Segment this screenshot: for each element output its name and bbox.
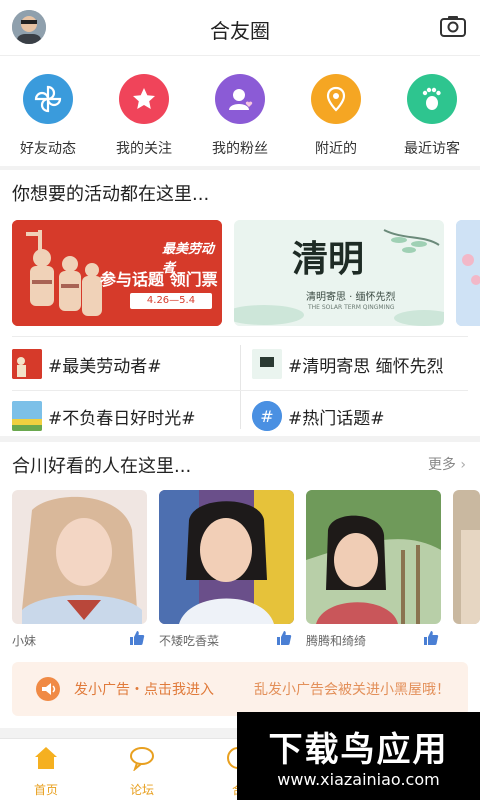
quick-links: 好友动态 我的关注 我的粉丝 附近的 最近访客 — [0, 56, 480, 166]
person-card[interactable]: 1524 — [453, 490, 480, 624]
camera-icon[interactable] — [440, 15, 466, 37]
divider — [12, 336, 468, 337]
thumbs-up-icon[interactable] — [129, 630, 145, 646]
tag-item[interactable]: #不负春日好时光# — [12, 396, 196, 436]
footprint-icon — [407, 74, 457, 124]
more-label: 更多 — [427, 457, 456, 473]
banner-headline: 清明 — [292, 238, 365, 280]
home-icon — [35, 747, 57, 769]
tag-label: #清明寄思 缅怀先烈 — [288, 356, 444, 377]
person-card[interactable]: 不矮吃香菜 — [159, 490, 294, 648]
banner-date: 4.26—5.4 — [130, 293, 212, 309]
megaphone-icon — [36, 677, 60, 701]
tag-label: #热门话题# — [288, 408, 385, 429]
more-link[interactable]: 更多 › — [428, 454, 466, 474]
svg-text:#: # — [260, 407, 273, 426]
section-title: 你想要的活动都在这里... — [12, 184, 210, 205]
banner-qingming[interactable]: 清明 清明寄思 · 缅怀先烈 THE SOLAR TERM QINGMING — [234, 220, 444, 326]
pinwheel-icon — [23, 74, 73, 124]
tag-label: #不负春日好时光# — [48, 408, 196, 429]
quick-link-label: 我的粉丝 — [212, 141, 268, 157]
tab-label: 论坛 — [129, 783, 154, 797]
divider — [240, 345, 241, 429]
thumbs-up-icon[interactable] — [423, 630, 439, 646]
top-bar: 合友圈 — [0, 0, 480, 56]
watermark-url: www.xiazainiao.com — [277, 770, 440, 789]
tab-home[interactable]: 首页 — [6, 745, 86, 798]
divider — [12, 390, 468, 391]
quick-link-fans[interactable]: 我的粉丝 — [192, 74, 288, 158]
tag-thumbnail — [12, 401, 42, 431]
thumbs-up-icon[interactable] — [276, 630, 292, 646]
section-title: 合川好看的人在这里... — [12, 456, 192, 477]
quick-link-label: 最近访客 — [404, 141, 460, 157]
tab-label: 首页 — [33, 783, 58, 797]
chat-bubble-icon — [130, 747, 154, 773]
person-card[interactable]: 小妹 — [12, 490, 147, 648]
person-photo — [453, 490, 480, 624]
quick-link-label: 附近的 — [315, 141, 357, 157]
person-name: 不矮吃香菜 — [159, 634, 220, 648]
ad-banner[interactable]: 发小广告・点击我进入 乱发小广告会被关进小黑屋哦！ — [12, 662, 468, 716]
ad-secondary-text: 乱发小广告会被关进小黑屋哦！ — [254, 682, 450, 698]
chevron-right-icon: › — [460, 457, 466, 473]
person-card[interactable]: 腾腾和绮绮 — [306, 490, 441, 648]
banner-partial[interactable] — [456, 220, 480, 326]
watermark: 下载鸟应用 www.xiazainiao.com — [237, 712, 480, 800]
person-name: 小妹 — [12, 634, 37, 648]
activity-section: 你想要的活动都在这里... 最美劳动者 参与话题 领门票 4.26—5.4 清明… — [0, 170, 480, 436]
tag-thumbnail — [12, 349, 42, 379]
quick-link-friend-feed[interactable]: 好友动态 — [0, 74, 96, 158]
quick-link-following[interactable]: 我的关注 — [96, 74, 192, 158]
heart-user-icon — [215, 74, 265, 124]
tag-label: #最美劳动者# — [48, 356, 162, 377]
star-icon — [119, 74, 169, 124]
banner-labor[interactable]: 最美劳动者 参与话题 领门票 4.26—5.4 — [12, 220, 222, 326]
hashtag-icon: # — [252, 401, 282, 431]
quick-link-nearby[interactable]: 附近的 — [288, 74, 384, 158]
flower-illustration — [456, 220, 480, 326]
tag-item[interactable]: # #热门话题# — [252, 396, 385, 436]
person-photo — [159, 490, 294, 624]
tag-thumbnail — [252, 349, 282, 379]
watermark-title: 下载鸟应用 — [268, 730, 449, 770]
tag-item[interactable]: #清明寄思 缅怀先烈 — [252, 344, 444, 384]
banner-subtitle-en: THE SOLAR TERM QINGMING — [308, 304, 395, 311]
ad-primary-text: 发小广告・点击我进入 — [74, 682, 214, 698]
tab-forum[interactable]: 论坛 — [102, 745, 182, 798]
quick-link-label: 好友动态 — [20, 141, 76, 157]
banner-headline: 参与话题 领门票 — [100, 270, 218, 289]
quick-link-visitors[interactable]: 最近访客 — [384, 74, 480, 158]
person-photo — [12, 490, 147, 624]
location-pin-icon — [311, 74, 361, 124]
tag-item[interactable]: #最美劳动者# — [12, 344, 162, 384]
quick-link-label: 我的关注 — [116, 141, 172, 157]
person-photo — [306, 490, 441, 624]
person-name: 腾腾和绮绮 — [306, 634, 367, 648]
banner-subtitle: 清明寄思 · 缅怀先烈 — [306, 292, 396, 303]
page-title: 合友圈 — [210, 19, 270, 43]
